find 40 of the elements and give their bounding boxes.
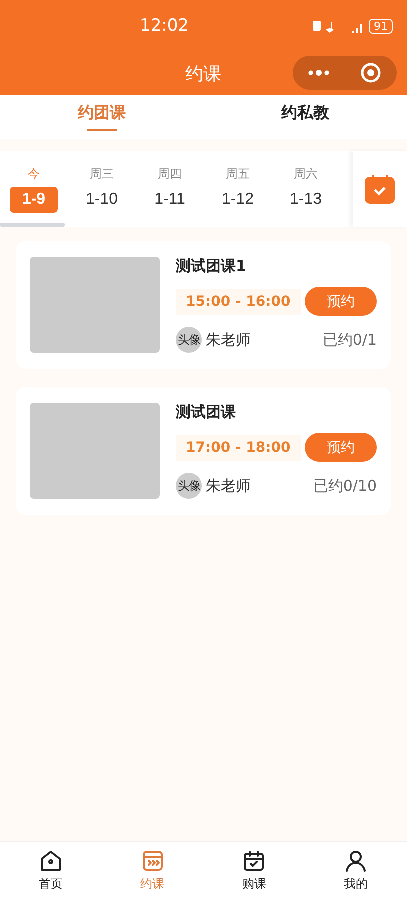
scroll-indicator — [0, 223, 65, 227]
more-icon[interactable] — [308, 70, 330, 76]
status-time: 12:02 — [140, 16, 189, 36]
nav-item[interactable]: 首页 — [0, 842, 102, 900]
tab[interactable]: 约私教 — [204, 95, 407, 139]
nav-item[interactable]: 购课 — [204, 842, 306, 900]
calendar-icon[interactable] — [365, 174, 395, 204]
capsule-menu[interactable] — [293, 56, 397, 90]
class-time: 17:00 - 18:00 — [176, 434, 301, 460]
date-item[interactable]: 周四 1-11 — [136, 166, 204, 212]
weekday-label: 周六 — [294, 166, 318, 182]
booked-count: 已约0/10 — [313, 476, 377, 496]
date-label: 1-11 — [154, 190, 186, 210]
date-item[interactable]: 周三 1-10 — [68, 166, 136, 212]
date-label: 1-10 — [84, 190, 120, 210]
schedule-icon — [140, 849, 165, 873]
date-label: 1-9 — [10, 186, 58, 212]
class-name: 测试团课 — [176, 403, 237, 422]
date-label: 1-12 — [220, 190, 256, 210]
calendar-icon — [242, 849, 266, 873]
date-item[interactable]: 周六 1-13 — [272, 166, 340, 212]
avatar: 头像 — [176, 473, 202, 499]
nav-item[interactable]: 我的 — [305, 842, 407, 900]
weekday-label: 周三 — [90, 166, 114, 182]
class-time: 15:00 - 16:00 — [176, 288, 301, 314]
status-icons — [312, 19, 364, 33]
weekday-label: 周四 — [158, 166, 182, 182]
teacher-name: 朱老师 — [206, 476, 251, 496]
teacher-name: 朱老师 — [206, 330, 251, 350]
class-name: 测试团课1 — [176, 257, 248, 276]
battery-level: 91 — [369, 18, 393, 34]
weekday-label: 今 — [28, 166, 40, 182]
avatar: 头像 — [176, 327, 202, 353]
user-icon — [344, 849, 368, 873]
date-item[interactable]: 周五 1-12 — [204, 166, 272, 212]
weekday-label: 周五 — [226, 166, 250, 182]
date-label: 1-13 — [288, 190, 324, 210]
booked-count: 已约0/1 — [322, 330, 377, 350]
home-icon — [38, 849, 63, 873]
page-title: 约课 — [186, 62, 222, 86]
